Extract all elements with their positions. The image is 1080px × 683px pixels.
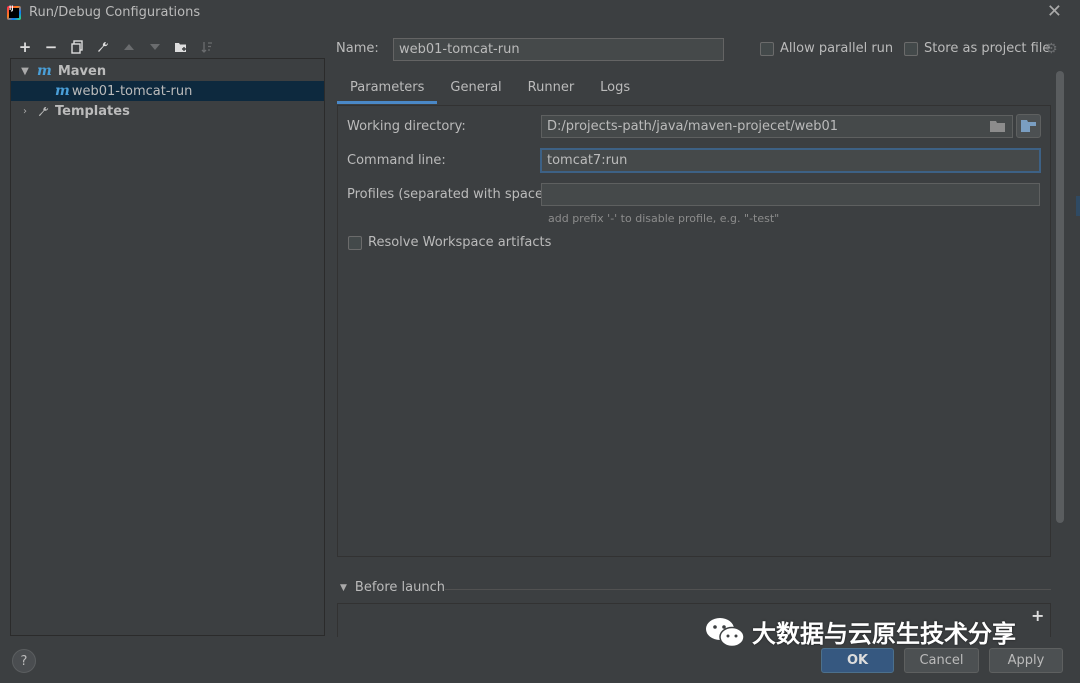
tab-runner[interactable]: Runner	[515, 74, 588, 104]
chevron-down-icon[interactable]: ▼	[19, 66, 31, 77]
window-title: Run/Debug Configurations	[29, 5, 201, 20]
wechat-watermark: 大数据与云原生技术分享	[704, 614, 1016, 649]
close-icon[interactable]: ✕	[1047, 3, 1062, 21]
help-button[interactable]: ?	[12, 649, 36, 673]
configurations-tree: ▼ m Maven m web01-tomcat-run › Templates	[10, 58, 325, 636]
name-input[interactable]	[393, 38, 724, 61]
apply-button[interactable]: Apply	[989, 648, 1063, 673]
remove-configuration-icon[interactable]: −	[38, 38, 64, 56]
wechat-icon	[706, 617, 745, 647]
app-icon-text: IJ	[9, 5, 14, 12]
checkbox-box[interactable]	[904, 41, 918, 56]
tab-general[interactable]: General	[437, 74, 514, 104]
new-folder-icon[interactable]	[168, 38, 194, 56]
sort-icon[interactable]	[194, 38, 220, 56]
configurations-toolbar: + −	[12, 38, 220, 56]
profiles-input[interactable]	[541, 183, 1040, 206]
parameters-panel: Working directory: D:/projects-path/java…	[337, 105, 1051, 557]
add-task-icon[interactable]: +	[1031, 606, 1044, 625]
vertical-scrollbar[interactable]	[1056, 71, 1064, 523]
title-bar: IJ Run/Debug Configurations ✕	[0, 0, 1080, 27]
checkbox-box[interactable]	[348, 235, 362, 250]
working-directory-field[interactable]: D:/projects-path/java/maven-projecet/web…	[541, 115, 1013, 138]
browse-folder-button[interactable]	[1016, 114, 1041, 138]
resolve-workspace-checkbox[interactable]: Resolve Workspace artifacts	[348, 235, 551, 250]
tree-item-label: Templates	[55, 103, 130, 119]
tab-logs[interactable]: Logs	[587, 74, 643, 104]
edge-indicator	[1076, 196, 1080, 216]
tree-item-label: Maven	[57, 63, 107, 79]
before-launch-label: Before launch	[354, 580, 446, 595]
profiles-label: Profiles (separated with space):	[347, 187, 553, 202]
cancel-button[interactable]: Cancel	[904, 648, 979, 673]
maven-m-icon: m	[37, 63, 52, 79]
edit-defaults-wrench-icon[interactable]	[90, 38, 116, 56]
allow-parallel-run-checkbox[interactable]: Allow parallel run	[760, 41, 893, 56]
move-down-icon[interactable]	[142, 38, 168, 56]
ok-button[interactable]: OK	[821, 648, 894, 673]
tree-item-label: web01-tomcat-run	[71, 83, 193, 99]
folder-icon[interactable]	[990, 120, 1006, 133]
before-launch-section-header[interactable]: ▼ Before launch	[340, 580, 445, 595]
divider	[445, 589, 1051, 590]
folder-icon	[1020, 120, 1036, 132]
working-directory-label: Working directory:	[347, 119, 466, 134]
watermark-text: 大数据与云原生技术分享	[752, 620, 1016, 648]
tab-parameters[interactable]: Parameters	[337, 74, 438, 104]
wrench-icon	[37, 105, 50, 118]
command-line-label: Command line:	[347, 153, 446, 168]
chevron-down-icon[interactable]: ▼	[340, 583, 347, 593]
profiles-hint: add prefix '-' to disable profile, e.g. …	[548, 212, 780, 225]
add-configuration-icon[interactable]: +	[12, 38, 38, 56]
working-directory-value: D:/projects-path/java/maven-projecet/web…	[547, 119, 839, 134]
gear-icon[interactable]: ⚙	[1045, 41, 1058, 57]
chevron-right-icon[interactable]: ›	[19, 106, 31, 117]
maven-m-icon: m	[55, 83, 70, 99]
tree-item-maven[interactable]: ▼ m Maven	[11, 61, 324, 81]
run-debug-dialog: IJ Run/Debug Configurations ✕ + − ▼ m Ma…	[0, 0, 1080, 683]
name-label: Name:	[336, 41, 379, 56]
command-line-value: tomcat7:run	[547, 153, 628, 168]
tree-item-web01-tomcat-run[interactable]: m web01-tomcat-run	[11, 81, 324, 101]
copy-configuration-icon[interactable]	[64, 38, 90, 56]
store-as-project-file-label: Store as project file	[924, 41, 1051, 56]
store-as-project-file-checkbox[interactable]: Store as project file	[904, 41, 1050, 56]
tree-item-templates[interactable]: › Templates	[11, 101, 324, 121]
config-tabs: Parameters General Runner Logs	[337, 74, 643, 104]
resolve-workspace-label: Resolve Workspace artifacts	[368, 235, 552, 250]
allow-parallel-run-label: Allow parallel run	[780, 41, 894, 56]
move-up-icon[interactable]	[116, 38, 142, 56]
command-line-input[interactable]: tomcat7:run	[540, 148, 1041, 173]
checkbox-box[interactable]	[760, 41, 774, 56]
